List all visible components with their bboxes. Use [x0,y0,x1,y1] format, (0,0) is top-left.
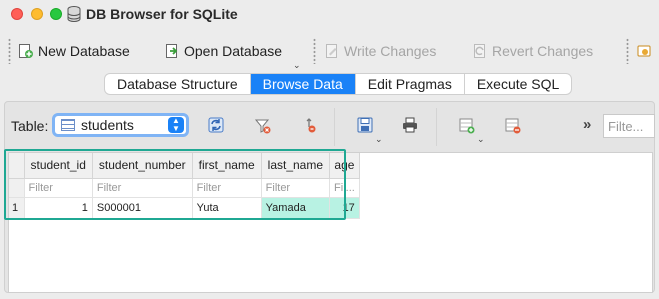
annotation-highlight-box [4,149,346,220]
select-updown-chevron-icon: ▲ ▼ [168,117,184,133]
revert-changes-label: Revert Changes [492,43,594,59]
tab-edit-pragmas[interactable]: Edit Pragmas [356,74,465,94]
main-toolbar: New Database Open Database ⌄ Write Chang… [0,30,659,72]
toolbar-separator-2 [436,108,437,146]
write-changes-button[interactable]: Write Changes [324,40,436,62]
save-table-dropdown-chevron-icon[interactable]: ⌄ [375,134,383,145]
minimize-window-button[interactable] [31,8,43,20]
write-changes-label: Write Changes [344,43,437,59]
toolbar-grip-2[interactable] [313,38,316,64]
revert-changes-button[interactable]: Revert Changes [472,40,593,62]
tab-browse-data[interactable]: Browse Data [250,74,356,94]
open-database-dropdown-chevron-icon[interactable]: ⌄ [293,60,301,71]
open-database-button[interactable]: Open Database [164,40,282,62]
insert-record-icon[interactable] [458,117,476,135]
new-database-label: New Database [38,43,130,59]
window-title: DB Browser for SQLite [86,6,238,22]
tab-execute-sql[interactable]: Execute SQL [465,74,571,94]
table-grid-icon [61,119,75,131]
open-database-icon [166,44,178,58]
delete-record-icon[interactable] [504,117,522,135]
more-tools-icon[interactable]: » [583,116,591,133]
toolbar-grip-3[interactable] [626,38,629,64]
refresh-icon[interactable] [207,116,225,134]
zoom-window-button[interactable] [50,8,62,20]
open-database-label: Open Database [184,43,283,59]
overflow-toolbar-button[interactable] [636,40,652,62]
table-label: Table: [11,118,49,134]
new-database-button[interactable]: New Database [18,40,130,62]
main-tabs: Database Structure Browse Data Edit Prag… [104,73,573,95]
close-window-button[interactable] [11,8,23,20]
insert-record-dropdown-chevron-icon[interactable]: ⌄ [477,134,485,145]
toolbar-grip[interactable] [8,38,11,64]
new-database-icon [19,44,33,58]
save-table-icon[interactable] [356,116,374,134]
selected-table-value: students [81,117,134,133]
database-icon [67,6,81,22]
print-icon[interactable] [401,116,419,134]
table-select[interactable]: students ▲ ▼ [52,113,189,137]
tab-database-structure[interactable]: Database Structure [105,74,251,94]
revert-changes-icon [474,44,485,58]
folder-icon [637,45,651,57]
global-filter-input[interactable]: Filte... [603,114,655,138]
toolbar-separator [334,108,335,146]
write-changes-icon [326,44,337,58]
clear-filters-icon[interactable] [254,117,272,135]
clear-sorting-icon[interactable] [301,117,319,135]
title-bar: DB Browser for SQLite [0,0,659,30]
